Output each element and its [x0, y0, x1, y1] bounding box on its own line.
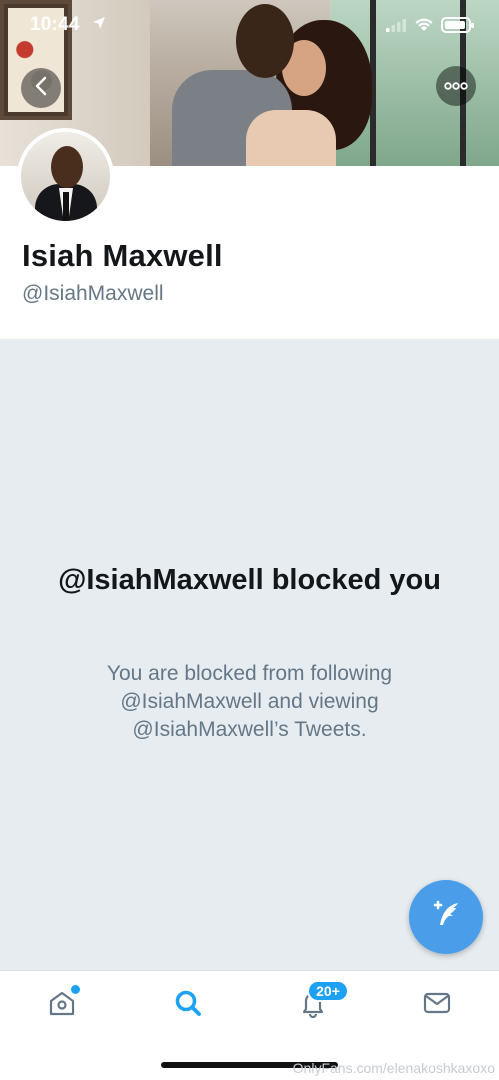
wifi-icon	[414, 16, 434, 37]
status-time: 10:44	[30, 14, 80, 35]
chevron-left-icon	[34, 76, 48, 101]
back-button[interactable]	[21, 68, 61, 108]
blocked-title: @IsiahMaxwell blocked you	[58, 564, 441, 596]
mail-icon	[422, 988, 452, 1023]
battery-icon	[441, 17, 474, 33]
tab-home[interactable]	[42, 985, 82, 1025]
status-bar: 10:44	[0, 0, 499, 52]
profile-handle: @IsiahMaxwell	[22, 282, 164, 305]
watermark-text: OnlyFans.com/elenakoshkaxoxo	[292, 1060, 495, 1076]
more-dots-icon	[444, 77, 468, 95]
notifications-count-badge: 20+	[307, 980, 349, 1002]
profile-name: Isiah Maxwell	[22, 238, 223, 273]
more-options-button[interactable]	[436, 66, 476, 106]
tab-messages[interactable]	[417, 985, 457, 1025]
location-arrow-icon	[92, 16, 106, 35]
blocked-description: You are blocked from following @IsiahMax…	[106, 662, 393, 741]
tab-search[interactable]	[168, 985, 208, 1025]
compose-feather-icon	[428, 897, 464, 938]
blocked-notice-area	[0, 339, 499, 970]
compose-tweet-button[interactable]	[409, 880, 483, 954]
home-new-dot	[71, 985, 80, 994]
cellular-signal-icon	[386, 18, 408, 37]
avatar[interactable]	[17, 128, 114, 225]
search-icon	[173, 988, 203, 1023]
